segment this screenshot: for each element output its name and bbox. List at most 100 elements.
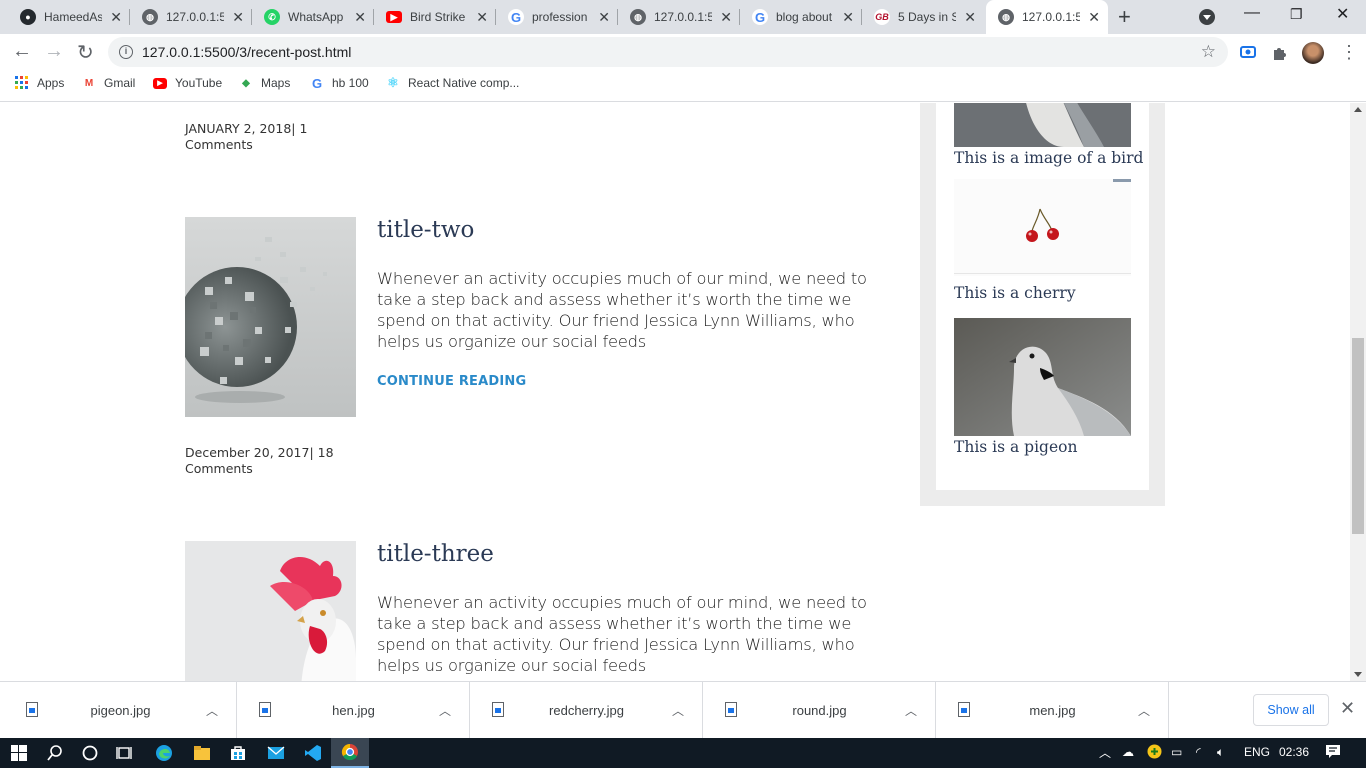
- file-explorer-icon[interactable]: [183, 738, 221, 768]
- download-filename: round.jpg: [792, 703, 847, 718]
- download-filename: men.jpg: [1029, 703, 1076, 718]
- browser-tab[interactable]: ◍ 127.0.0.1:5 ✕: [618, 0, 740, 34]
- url-text[interactable]: 127.0.0.1:5500/3/recent-post.html: [142, 44, 351, 60]
- close-icon[interactable]: ✕: [232, 9, 244, 25]
- screen-cast-icon[interactable]: [1239, 43, 1257, 61]
- bookmark-react-native[interactable]: ⚛ React Native comp...: [386, 75, 519, 90]
- post-image-cubes[interactable]: [185, 217, 356, 417]
- bookmark-label: YouTube: [175, 76, 223, 90]
- tab-title: 127.0.0.1:5: [654, 10, 712, 24]
- youtube-icon: ▶: [153, 77, 167, 89]
- download-filename: pigeon.jpg: [90, 703, 151, 718]
- volume-icon[interactable]: 🔈︎: [1217, 745, 1224, 760]
- bookmark-youtube[interactable]: ▶ YouTube: [153, 76, 222, 90]
- vscode-icon[interactable]: [294, 738, 332, 768]
- bookmark-star-icon[interactable]: ☆: [1201, 42, 1216, 62]
- post-title[interactable]: title-three: [377, 541, 494, 567]
- onedrive-cloud-icon[interactable]: ☁: [1122, 745, 1134, 759]
- tab-title: Bird Strike: [410, 10, 466, 24]
- close-downloads-icon[interactable]: ✕: [1340, 698, 1355, 719]
- tab-title: 5 Days in S: [898, 10, 956, 24]
- download-item[interactable]: redcherry.jpg ︿: [470, 682, 703, 739]
- browser-tab[interactable]: ▶ Bird Strike ✕: [374, 0, 496, 34]
- chevron-up-icon[interactable]: ︿: [206, 702, 218, 719]
- minimize-button[interactable]: —: [1244, 4, 1260, 22]
- language-indicator[interactable]: ENG: [1244, 745, 1270, 759]
- back-button[interactable]: ←: [12, 40, 32, 63]
- download-item[interactable]: round.jpg ︿: [703, 682, 936, 739]
- store-icon[interactable]: [219, 738, 257, 768]
- post-title[interactable]: title-two: [377, 217, 474, 243]
- browser-tab[interactable]: ◍ 127.0.0.1:5 ✕: [130, 0, 252, 34]
- scroll-up-arrow[interactable]: [1354, 107, 1362, 112]
- restore-button[interactable]: ❐: [1290, 6, 1303, 23]
- close-icon[interactable]: ✕: [476, 9, 488, 25]
- window-close-button[interactable]: ✕: [1336, 4, 1349, 24]
- start-windows-icon[interactable]: [0, 738, 38, 768]
- close-icon[interactable]: ✕: [1088, 9, 1100, 25]
- profile-avatar[interactable]: [1302, 42, 1324, 64]
- bookmark-hb100[interactable]: G hb 100: [310, 76, 369, 91]
- browser-tab[interactable]: GB 5 Days in S ✕: [862, 0, 984, 34]
- browser-tab[interactable]: G profession ✕: [496, 0, 618, 34]
- tab-title: profession: [532, 10, 588, 24]
- notifications-icon[interactable]: [1325, 743, 1341, 762]
- info-icon[interactable]: i: [119, 45, 133, 59]
- new-tab-button[interactable]: +: [1118, 4, 1131, 30]
- chevron-up-icon[interactable]: ︿: [672, 702, 684, 719]
- close-icon[interactable]: ✕: [598, 9, 610, 25]
- download-item[interactable]: men.jpg ︿: [936, 682, 1169, 739]
- page-scrollbar[interactable]: [1350, 103, 1366, 681]
- task-view-icon[interactable]: [106, 738, 144, 768]
- bookmark-maps[interactable]: ◆ Maps: [239, 76, 290, 90]
- reload-button[interactable]: ↻: [77, 40, 94, 65]
- blog-icon: GB: [874, 9, 890, 25]
- close-icon[interactable]: ✕: [354, 9, 366, 25]
- clock[interactable]: 02:36: [1279, 745, 1309, 759]
- continue-reading-link[interactable]: CONTINUE READING: [377, 374, 526, 389]
- post-image-hen[interactable]: [185, 541, 356, 681]
- tab-search-icon[interactable]: [1199, 9, 1215, 25]
- chevron-up-icon[interactable]: ︿: [1099, 744, 1111, 761]
- edge-icon[interactable]: [145, 738, 183, 768]
- sidebar-image-bird[interactable]: [954, 103, 1131, 147]
- close-icon[interactable]: ✕: [720, 9, 732, 25]
- react-icon: ⚛: [387, 75, 399, 90]
- github-icon: ●: [20, 9, 36, 25]
- browser-tab[interactable]: ✆ WhatsApp ✕: [252, 0, 374, 34]
- chevron-up-icon[interactable]: ︿: [439, 702, 451, 719]
- download-item[interactable]: hen.jpg ︿: [237, 682, 470, 739]
- browser-tab[interactable]: ● HameedAs ✕: [8, 0, 130, 34]
- security-shield-icon[interactable]: [1147, 744, 1162, 762]
- browser-toolbar: ← → ↻ i 127.0.0.1:5500/3/recent-post.htm…: [0, 34, 1366, 70]
- forward-button[interactable]: →: [44, 40, 64, 63]
- chrome-icon[interactable]: [331, 738, 369, 768]
- search-icon[interactable]: [36, 738, 74, 768]
- scroll-down-arrow[interactable]: [1354, 672, 1362, 677]
- show-all-downloads-button[interactable]: Show all: [1253, 694, 1329, 726]
- browser-tab-active[interactable]: ◍ 127.0.0.1:5 ✕: [986, 0, 1108, 34]
- close-icon[interactable]: ✕: [110, 9, 122, 25]
- browser-tab[interactable]: G blog about ✕: [740, 0, 862, 34]
- scroll-thumb[interactable]: [1352, 338, 1364, 534]
- sidebar-image-pigeon[interactable]: [954, 318, 1131, 436]
- bookmark-gmail[interactable]: M Gmail: [82, 76, 136, 90]
- cortana-icon[interactable]: [71, 738, 109, 768]
- windows-taskbar: ︿ ☁ ▭ ◜ 🔈︎ ENG 02:36: [0, 738, 1366, 768]
- sidebar-panel: This is a image of a bird This is a cher…: [936, 103, 1149, 490]
- wifi-icon[interactable]: ◜: [1196, 745, 1201, 759]
- bookmark-apps[interactable]: Apps: [15, 76, 64, 90]
- mail-icon[interactable]: [257, 738, 295, 768]
- download-item[interactable]: pigeon.jpg ︿: [4, 682, 237, 739]
- sidebar-image-cherry[interactable]: [954, 179, 1131, 276]
- menu-kebab-icon[interactable]: ⋮: [1340, 42, 1358, 63]
- battery-icon[interactable]: ▭: [1171, 745, 1182, 759]
- close-icon[interactable]: ✕: [842, 9, 854, 25]
- extensions-puzzle-icon[interactable]: [1271, 43, 1289, 61]
- chevron-up-icon[interactable]: ︿: [1138, 702, 1150, 719]
- globe-icon: ◍: [998, 9, 1014, 25]
- address-bar[interactable]: i 127.0.0.1:5500/3/recent-post.html ☆: [108, 37, 1228, 67]
- chevron-up-icon[interactable]: ︿: [905, 702, 917, 719]
- close-icon[interactable]: ✕: [964, 9, 976, 25]
- youtube-icon: ▶: [386, 11, 402, 23]
